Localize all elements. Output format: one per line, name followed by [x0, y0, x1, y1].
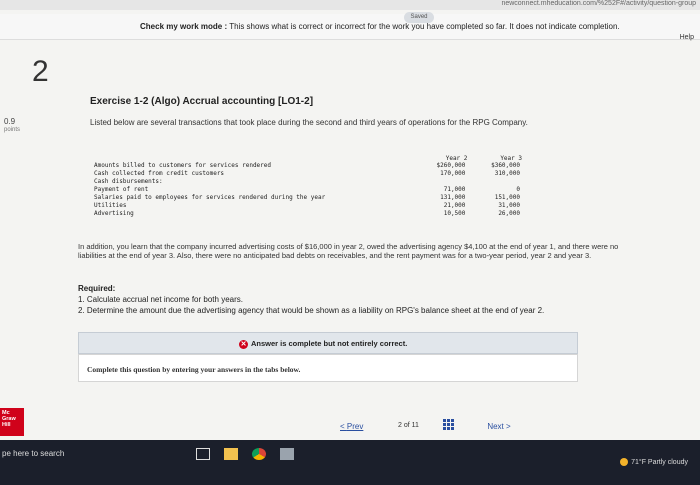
table-cell — [467, 178, 522, 186]
table-cell: 0 — [516, 186, 520, 193]
banner-text: Check my work mode : This shows what is … — [140, 22, 620, 31]
banner-message: This shows what is correct or incorrect … — [229, 22, 620, 31]
table-row: Payment of rent 71,000 0 — [92, 186, 522, 194]
next-button[interactable]: Next > — [478, 418, 520, 436]
question-navigation: < Prev 2 of 11 Next > — [0, 412, 700, 436]
table-cell — [413, 178, 468, 186]
sun-icon — [620, 458, 629, 466]
table-row: Utilities 21,000 31,000 — [92, 202, 522, 210]
question-points: 0.9 — [4, 117, 16, 126]
table-header: Year 2 — [445, 155, 468, 162]
required-list: 1. Calculate accrual net income for both… — [78, 294, 544, 316]
table-cell: $360,000 — [491, 162, 520, 169]
answer-status-text: Answer is complete but not entirely corr… — [251, 339, 408, 348]
table-header — [92, 155, 413, 162]
table-cell: 151,000 — [494, 194, 520, 201]
table-cell: 131,000 — [440, 194, 466, 201]
taskbar: pe here to search 71°F Partly cloudy — [0, 440, 700, 485]
url-bar[interactable]: newconnect.mheducation.com/%252F#/activi… — [0, 0, 700, 10]
help-link[interactable]: Help — [680, 34, 694, 41]
question-number: 2 — [32, 55, 49, 88]
url-text: newconnect.mheducation.com/%252F#/activi… — [501, 0, 696, 7]
points-label: points — [4, 127, 21, 133]
transactions-table: Year 2 Year 3 Amounts billed to customer… — [92, 155, 522, 218]
table-cell: Amounts billed to customers for services… — [94, 162, 272, 169]
table-row: Cash collected from credit customers 170… — [92, 170, 522, 178]
list-item: 2. Determine the amount due the advertis… — [78, 306, 545, 315]
check-work-banner: Check my work mode : This shows what is … — [0, 14, 700, 40]
weather-text: 71°F Partly cloudy — [631, 458, 688, 466]
table-cell: 170,000 — [440, 170, 466, 177]
exercise-title: Exercise 1-2 (Algo) Accrual accounting [… — [90, 96, 314, 107]
answer-status: ✕ Answer is complete but not entirely cor… — [239, 339, 407, 349]
task-view-icon[interactable] — [196, 448, 210, 460]
table-cell: 31,000 — [498, 202, 520, 209]
table-row: Advertising 10,500 26,000 — [92, 210, 522, 218]
table-cell: 71,000 — [443, 186, 466, 193]
instruction-text: Complete this question by entering your … — [87, 365, 301, 374]
required-title: Required: — [78, 284, 116, 293]
weather-widget[interactable]: 71°F Partly cloudy — [620, 458, 688, 466]
table-row: Salaries paid to employees for services … — [92, 194, 522, 202]
question-grid-icon[interactable] — [443, 419, 454, 430]
page-indicator: 2 of 11 — [398, 422, 419, 429]
table-cell: 10,500 — [443, 210, 466, 217]
prev-label: Prev — [346, 422, 364, 431]
calculator-icon[interactable] — [280, 448, 294, 460]
saved-status-badge: Saved — [404, 12, 434, 23]
table-cell: 21,000 — [443, 202, 466, 209]
exercise-intro: Listed below are several transactions th… — [90, 118, 528, 127]
taskbar-search-input[interactable]: pe here to search — [0, 444, 180, 464]
table-header-row: Year 2 Year 3 — [92, 155, 522, 162]
answer-status-box: ✕ Answer is complete but not entirely cor… — [78, 332, 578, 354]
table-cell: $260,000 — [436, 162, 466, 169]
table-row: Cash disbursements: — [92, 178, 522, 186]
table-cell: Cash collected from credit customers — [94, 170, 225, 177]
list-item: 1. Calculate accrual net income for both… — [78, 295, 243, 304]
next-label: Next — [487, 422, 504, 431]
table-row: Amounts billed to customers for services… — [92, 162, 522, 170]
table-header: Year 3 — [500, 155, 522, 162]
table-cell: Payment of rent — [94, 186, 149, 193]
file-explorer-icon[interactable] — [224, 448, 238, 460]
table-cell: Advertising — [94, 210, 134, 217]
additional-info-paragraph: In addition, you learn that the company … — [78, 242, 619, 260]
prev-button[interactable]: < Prev — [340, 422, 363, 431]
chrome-icon[interactable] — [252, 448, 266, 460]
banner-mode-label: Check my work mode : — [140, 22, 228, 31]
table-cell: Cash disbursements: — [94, 178, 163, 185]
table-cell: 310,000 — [494, 170, 520, 177]
table-cell: Utilities — [94, 202, 127, 209]
instruction-box: Complete this question by entering your … — [78, 354, 578, 382]
table-cell: 26,000 — [498, 210, 520, 217]
table-cell: Salaries paid to employees for services … — [94, 194, 326, 201]
error-x-icon: ✕ — [239, 340, 248, 349]
